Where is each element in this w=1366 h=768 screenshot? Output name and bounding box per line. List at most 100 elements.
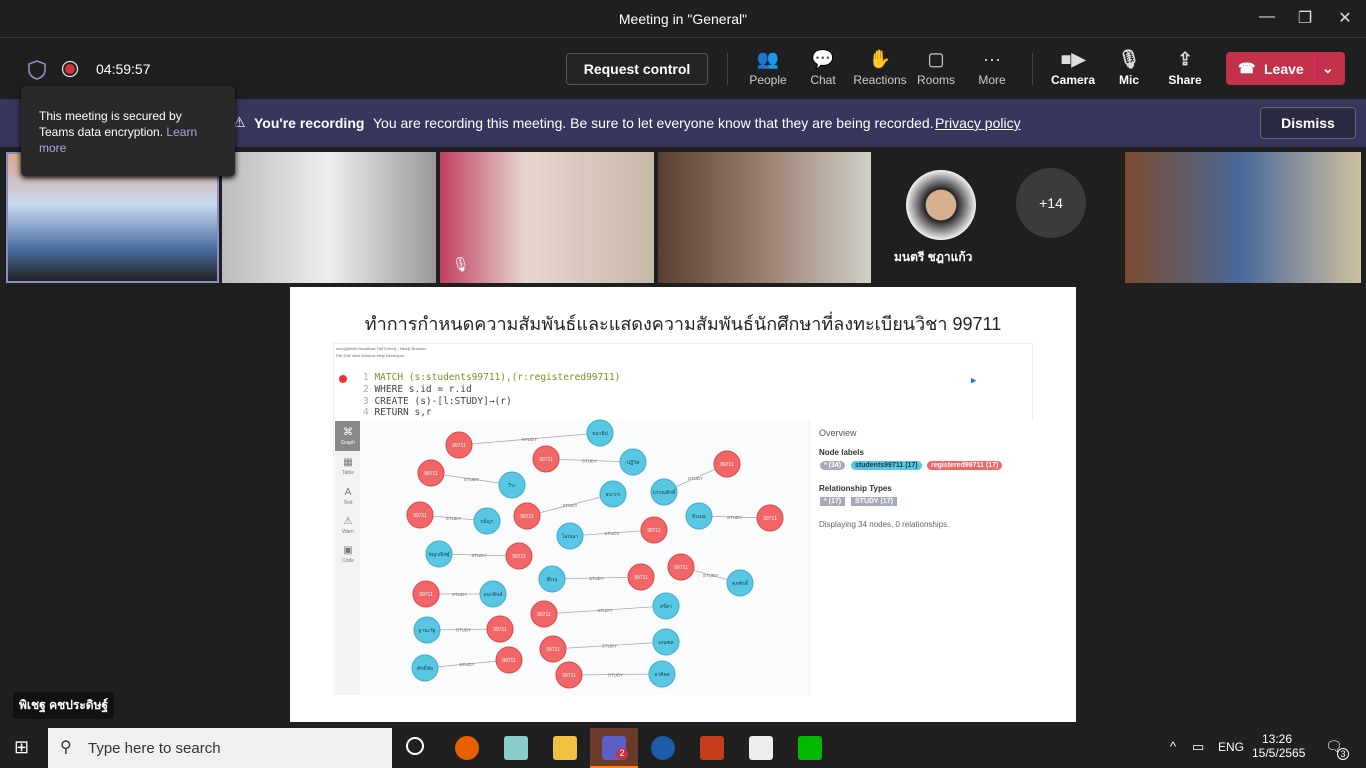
relationship-label: STUDY (522, 437, 537, 442)
video-tile[interactable] (1125, 152, 1361, 283)
registered-node-label: 99711 (647, 528, 661, 534)
registered-node-label: 99711 (502, 658, 516, 664)
chevron-down-icon[interactable]: ⌄ (1322, 60, 1334, 77)
student-node-label: ปฏิวิส (627, 459, 639, 466)
meeting-timer: 04:59:57 (96, 61, 151, 77)
student-node-label: วีระ (508, 482, 517, 489)
rel-chip[interactable]: STUDY (17) (851, 497, 897, 506)
registered-node-label: 99711 (424, 471, 438, 477)
student-node-label: ธนากร (606, 492, 621, 498)
chat-button[interactable]: 💬 Chat (795, 49, 851, 87)
close-button[interactable]: ✕ (1330, 8, 1360, 28)
privacy-policy-link[interactable]: Privacy policy (935, 115, 1021, 131)
registered-node-label: 99711 (763, 516, 777, 522)
line-icon[interactable] (798, 736, 822, 760)
video-tile[interactable] (658, 152, 871, 283)
label-chip[interactable]: students99711 (17) (851, 461, 922, 470)
search-icon: ⚲ (60, 739, 72, 756)
windows-start-icon[interactable]: ⊞ (14, 737, 29, 758)
registered-node-label: 99711 (419, 592, 433, 598)
label-chip[interactable]: * (34) (820, 461, 846, 470)
camera-button[interactable]: ■▶ Camera (1045, 49, 1101, 87)
relationship-label: STUDY (589, 576, 604, 581)
participant-name: มนตรี ชฎาแก้ว (894, 250, 973, 264)
more-participants-button[interactable]: +14 (1016, 168, 1086, 238)
registered-node-label: 99711 (520, 514, 534, 520)
title-bar: Meeting in "General" — ❐ ✕ (0, 0, 1366, 38)
minimize-button[interactable]: — (1252, 8, 1282, 26)
phone-hangup-icon: ☎ (1238, 60, 1256, 76)
relationship-label: STUDY (456, 628, 471, 633)
camera-icon: ■▶ (1060, 49, 1086, 69)
reactions-button[interactable]: ✋ Reactions (851, 49, 909, 87)
relationship-label: STUDY (452, 592, 467, 597)
registered-node-label: 99711 (493, 627, 507, 633)
more-button[interactable]: ··· More (964, 49, 1020, 87)
registered-node-label: 99711 (539, 457, 553, 463)
student-node-label: ชญาณิชฐ์ (428, 551, 449, 558)
presenter-name: พิเชฐ คชประดิษฐ์ (13, 692, 115, 719)
clock[interactable]: 13:26 15/5/2565 (1252, 732, 1305, 760)
relationship-label: STUDY (464, 477, 479, 482)
student-node-label: บรรณศักดิ์ (653, 488, 677, 496)
registered-node-label: 99711 (512, 554, 526, 560)
student-node-label: ธนาธิป (592, 430, 608, 437)
rel-chip[interactable]: * (17) (820, 497, 846, 506)
search-box[interactable]: ⚲ Type here to search (48, 728, 392, 768)
share-icon: ⇪ (1177, 49, 1193, 69)
chat-icon: 💬 (811, 49, 835, 69)
registered-node-label: 99711 (634, 575, 648, 581)
video-tile[interactable] (222, 152, 436, 283)
dismiss-button[interactable]: Dismiss (1260, 107, 1356, 139)
relationship-label: STUDY (471, 553, 486, 558)
notes-icon[interactable] (504, 736, 528, 760)
registered-node-label: 99711 (537, 612, 551, 618)
student-node-label: มณฑล (658, 640, 673, 646)
language-indicator[interactable]: ENG (1218, 740, 1244, 754)
share-button[interactable]: ⇪ Share (1157, 49, 1213, 87)
relationship-label: STUDY (597, 608, 612, 613)
shield-icon[interactable] (27, 59, 47, 81)
file-explorer-icon[interactable] (553, 736, 577, 760)
relationship-label: STUDY (562, 503, 577, 508)
people-button[interactable]: 👥 People (740, 49, 796, 87)
registered-node-label: 99711 (452, 443, 466, 449)
video-tile[interactable]: 🎙 (440, 152, 654, 283)
teams-taskbar-button[interactable]: 2 (590, 728, 638, 768)
label-chip[interactable]: registered99711 (17) (927, 461, 1003, 470)
encryption-tooltip: This meeting is secured by Teams data en… (21, 86, 235, 176)
avatar[interactable] (906, 170, 976, 240)
people-icon: 👥 (756, 49, 780, 69)
mic-muted-icon: 🎙 (1117, 49, 1141, 69)
registered-node-label: 99711 (674, 565, 688, 571)
registered-node-label: 99711 (562, 673, 576, 679)
relationship-label: STUDY (727, 515, 742, 520)
more-icon: ··· (983, 49, 1001, 69)
mic-button[interactable]: 🎙 Mic (1101, 49, 1157, 87)
student-node-label: อาทิตย (654, 671, 669, 678)
acrobat-icon[interactable] (749, 736, 773, 760)
student-node-label: ศักดิ์ชัย (417, 664, 433, 672)
shared-screen: ทำการกำหนดความสัมพันธ์และแสดงความสัมพันธ… (290, 287, 1076, 722)
request-control-button[interactable]: Request control (566, 53, 708, 85)
relationship-label: STUDY (582, 459, 597, 464)
app-icon[interactable] (651, 736, 675, 760)
firefox-icon[interactable] (455, 736, 479, 760)
leave-button[interactable]: ☎ Leave ⌄ (1226, 52, 1345, 85)
battery-icon[interactable]: ▭ (1192, 739, 1204, 755)
registered-node-label: 99711 (546, 647, 560, 653)
powerpoint-icon[interactable] (700, 736, 724, 760)
rooms-button[interactable]: ▢ Rooms (908, 49, 964, 87)
window-title: Meeting in "General" (618, 11, 748, 27)
relationship-label: STUDY (604, 531, 619, 536)
taskbar: ⊞ ⚲ Type here to search 2 ^ ▭ ENG 13:26 1… (0, 728, 1366, 768)
student-node-label: โสภณา (562, 533, 579, 540)
student-node-label: อนาคินธ์ (483, 591, 502, 598)
cortana-icon[interactable] (406, 737, 424, 755)
student-node-label: ธีรเมธ (692, 513, 706, 520)
mic-muted-icon: 🎙 (452, 256, 470, 272)
chevron-up-icon[interactable]: ^ (1170, 739, 1176, 754)
relationship-label: STUDY (608, 673, 623, 678)
maximize-button[interactable]: ❐ (1290, 8, 1320, 28)
relationship-label: STUDY (446, 516, 461, 521)
